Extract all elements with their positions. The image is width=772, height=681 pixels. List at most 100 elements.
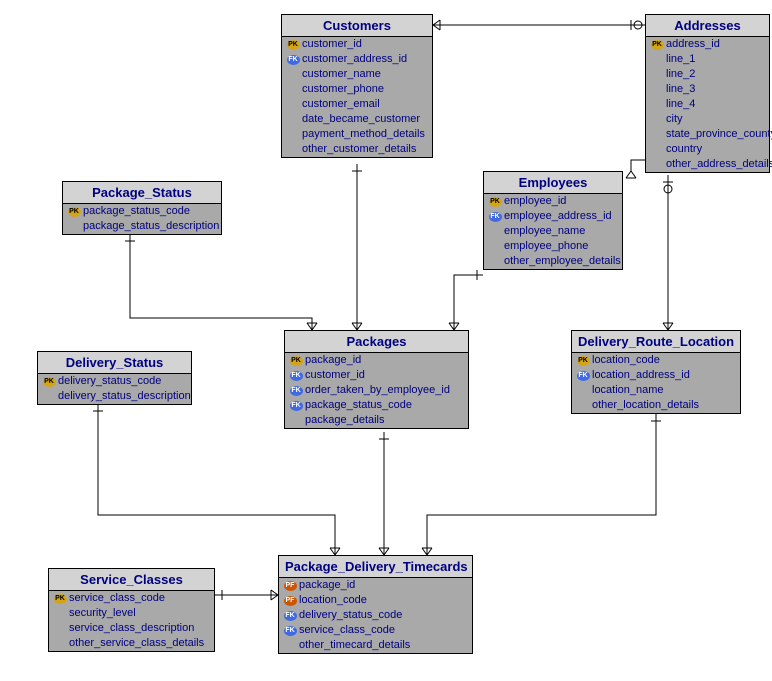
attribute-row: line_1 <box>646 52 769 67</box>
attribute-row: PKlocation_code <box>572 353 740 368</box>
key-indicator <box>286 69 300 80</box>
key-indicator: FK <box>289 385 303 396</box>
attribute-row: line_4 <box>646 97 769 112</box>
attribute-row: other_service_class_details <box>49 636 214 651</box>
attribute-row: FKorder_taken_by_employee_id <box>285 383 468 398</box>
entity-title: Package_Status <box>63 182 221 204</box>
attribute-name: package_id <box>299 578 355 593</box>
entity-delivery-status: Delivery_Status PKdelivery_status_codede… <box>37 351 192 405</box>
key-indicator: PK <box>53 593 67 604</box>
attribute-row: other_location_details <box>572 398 740 413</box>
attribute-row: customer_email <box>282 97 432 112</box>
entity-employees: Employees PKemployee_idFKemployee_addres… <box>483 171 623 270</box>
attribute-name: service_class_description <box>69 621 194 636</box>
pf-icon: PF <box>284 581 297 591</box>
attribute-name: location_code <box>299 593 367 608</box>
key-indicator: PK <box>488 196 502 207</box>
entity-title: Package_Delivery_Timecards <box>279 556 472 578</box>
attribute-row: PKpackage_status_code <box>63 204 221 219</box>
entity-title: Customers <box>282 15 432 37</box>
attribute-name: package_status_code <box>305 398 412 413</box>
attribute-row: FKemployee_address_id <box>484 209 622 224</box>
entity-title: Addresses <box>646 15 769 37</box>
entity-body: PKlocation_codeFKlocation_address_idloca… <box>572 353 740 413</box>
key-indicator <box>67 221 81 232</box>
attribute-row: FKdelivery_status_code <box>279 608 472 623</box>
attribute-row: line_3 <box>646 82 769 97</box>
attribute-row: package_details <box>285 413 468 428</box>
attribute-row: other_employee_details <box>484 254 622 269</box>
attribute-row: service_class_description <box>49 621 214 636</box>
entity-title: Delivery_Route_Location <box>572 331 740 353</box>
pk-icon: PK <box>489 197 502 207</box>
entity-body: PKdelivery_status_codedelivery_status_de… <box>38 374 191 404</box>
key-indicator: PF <box>283 580 297 591</box>
attribute-row: employee_name <box>484 224 622 239</box>
attribute-name: employee_name <box>504 224 585 239</box>
attribute-name: package_details <box>305 413 385 428</box>
key-indicator <box>576 400 590 411</box>
entity-service-classes: Service_Classes PKservice_class_codesecu… <box>48 568 215 652</box>
entity-body: PKservice_class_codesecurity_levelservic… <box>49 591 214 651</box>
attribute-name: employee_phone <box>504 239 588 254</box>
entity-title: Delivery_Status <box>38 352 191 374</box>
attribute-name: city <box>666 112 683 127</box>
key-indicator <box>53 608 67 619</box>
entity-body: PFpackage_idPFlocation_codeFKdelivery_st… <box>279 578 472 653</box>
attribute-row: FKlocation_address_id <box>572 368 740 383</box>
fk-icon: FK <box>287 55 300 65</box>
key-indicator: PK <box>67 206 81 217</box>
entity-package-status: Package_Status PKpackage_status_codepack… <box>62 181 222 235</box>
attribute-name: delivery_status_description <box>58 389 191 404</box>
attribute-row: PFlocation_code <box>279 593 472 608</box>
attribute-name: location_name <box>592 383 664 398</box>
key-indicator: PK <box>289 355 303 366</box>
attribute-name: customer_email <box>302 97 380 112</box>
pk-icon: PK <box>577 356 590 366</box>
key-indicator <box>286 114 300 125</box>
attribute-row: PFpackage_id <box>279 578 472 593</box>
attribute-row: PKservice_class_code <box>49 591 214 606</box>
attribute-name: other_location_details <box>592 398 699 413</box>
attribute-name: other_service_class_details <box>69 636 204 651</box>
attribute-name: package_status_code <box>83 204 190 219</box>
attribute-name: service_class_code <box>299 623 395 638</box>
key-indicator: FK <box>289 370 303 381</box>
attribute-name: customer_name <box>302 67 381 82</box>
attribute-name: date_became_customer <box>302 112 420 127</box>
fk-icon: FK <box>577 371 590 381</box>
key-indicator <box>286 129 300 140</box>
attribute-row: FKpackage_status_code <box>285 398 468 413</box>
key-indicator <box>576 385 590 396</box>
attribute-name: location_address_id <box>592 368 690 383</box>
entity-body: PKaddress_idline_1line_2line_3line_4city… <box>646 37 769 172</box>
fk-icon: FK <box>290 371 303 381</box>
key-indicator: PF <box>283 595 297 606</box>
attribute-row: customer_name <box>282 67 432 82</box>
attribute-name: employee_address_id <box>504 209 612 224</box>
key-indicator <box>650 144 664 155</box>
attribute-row: other_timecard_details <box>279 638 472 653</box>
key-indicator: FK <box>286 54 300 65</box>
key-indicator: PK <box>42 376 56 387</box>
attribute-name: address_id <box>666 37 720 52</box>
entity-delivery-route-location: Delivery_Route_Location PKlocation_codeF… <box>571 330 741 414</box>
attribute-name: state_province_county <box>666 127 772 142</box>
entity-packages: Packages PKpackage_idFKcustomer_idFKorde… <box>284 330 469 429</box>
fk-icon: FK <box>290 401 303 411</box>
attribute-name: customer_phone <box>302 82 384 97</box>
key-indicator: FK <box>283 610 297 621</box>
attribute-row: PKcustomer_id <box>282 37 432 52</box>
key-indicator: PK <box>286 39 300 50</box>
key-indicator: PK <box>650 39 664 50</box>
attribute-row: date_became_customer <box>282 112 432 127</box>
entity-package-delivery-timecards: Package_Delivery_Timecards PFpackage_idP… <box>278 555 473 654</box>
key-indicator <box>650 129 664 140</box>
key-indicator: FK <box>488 211 502 222</box>
key-indicator <box>53 623 67 634</box>
attribute-name: customer_id <box>305 368 365 383</box>
key-indicator <box>488 226 502 237</box>
attribute-name: service_class_code <box>69 591 165 606</box>
attribute-row: PKaddress_id <box>646 37 769 52</box>
key-indicator <box>650 114 664 125</box>
